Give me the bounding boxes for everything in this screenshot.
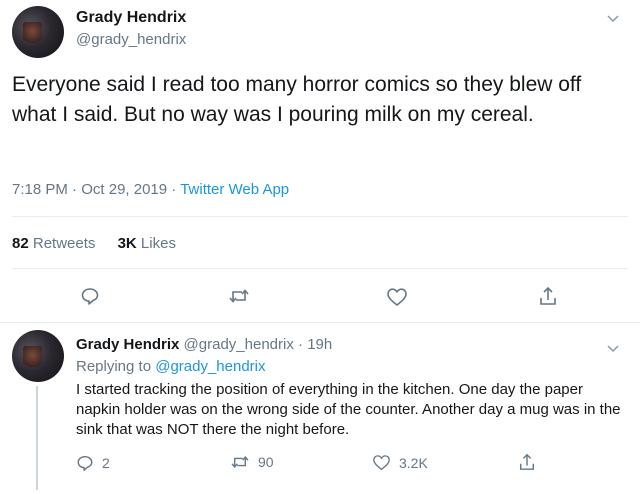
like-button[interactable] [386, 287, 408, 307]
thread-line [36, 386, 38, 490]
author-name[interactable]: Grady Hendrix [76, 9, 186, 27]
author-handle[interactable]: @grady_hendrix [184, 336, 294, 353]
likes-stat[interactable]: 3K Likes [118, 235, 176, 252]
replying-to: Replying to @grady_hendrix [76, 358, 266, 375]
divider [12, 268, 628, 269]
tweet-age[interactable]: 19h [307, 336, 332, 353]
retweets-stat[interactable]: 82 Retweets [12, 235, 95, 252]
tweet-source[interactable]: Twitter Web App [180, 181, 289, 198]
author-name[interactable]: Grady Hendrix [76, 336, 179, 353]
like-count: 3.2K [399, 454, 428, 471]
heart-icon [372, 454, 391, 471]
tweet-timestamp: 7:18 PM · Oct 29, 2019 · Twitter Web App [12, 181, 289, 198]
reply-button[interactable]: 2 [76, 454, 110, 472]
reply-icon [80, 286, 100, 306]
tweet-time[interactable]: 7:18 PM [12, 181, 68, 198]
separator: · [171, 181, 177, 198]
reply-count: 2 [102, 455, 110, 471]
replying-to-handle[interactable]: @grady_hendrix [155, 358, 265, 375]
chevron-down-icon[interactable] [606, 10, 620, 23]
chevron-down-icon[interactable] [606, 340, 620, 353]
retweet-button[interactable]: 90 [230, 454, 274, 470]
separator: · [72, 181, 78, 198]
retweet-icon [230, 454, 250, 470]
retweet-icon [228, 287, 250, 305]
reply-header: Grady Hendrix @grady_hendrix · 19h [76, 336, 332, 353]
retweet-count: 90 [258, 454, 274, 470]
replying-to-label: Replying to [76, 358, 152, 375]
share-button[interactable] [538, 285, 558, 307]
share-icon [518, 452, 536, 472]
avatar[interactable] [12, 330, 64, 382]
tweet-stats: 82 Retweets 3K Likes [12, 235, 176, 252]
divider [12, 216, 628, 217]
like-button[interactable]: 3.2K [372, 454, 428, 471]
reply-button[interactable] [80, 286, 100, 306]
heart-icon [386, 287, 408, 307]
avatar[interactable] [12, 6, 64, 58]
reply-icon [76, 454, 94, 472]
retweet-button[interactable] [228, 287, 250, 305]
tweet-text: Everyone said I read too many horror com… [12, 73, 582, 126]
tweet-date[interactable]: Oct 29, 2019 [81, 181, 167, 198]
divider [0, 322, 640, 323]
separator: · [298, 336, 304, 353]
author-handle[interactable]: @grady_hendrix [76, 31, 186, 48]
share-button[interactable] [518, 452, 536, 472]
share-icon [538, 285, 558, 307]
reply-text: I started tracking the position of every… [76, 381, 621, 438]
